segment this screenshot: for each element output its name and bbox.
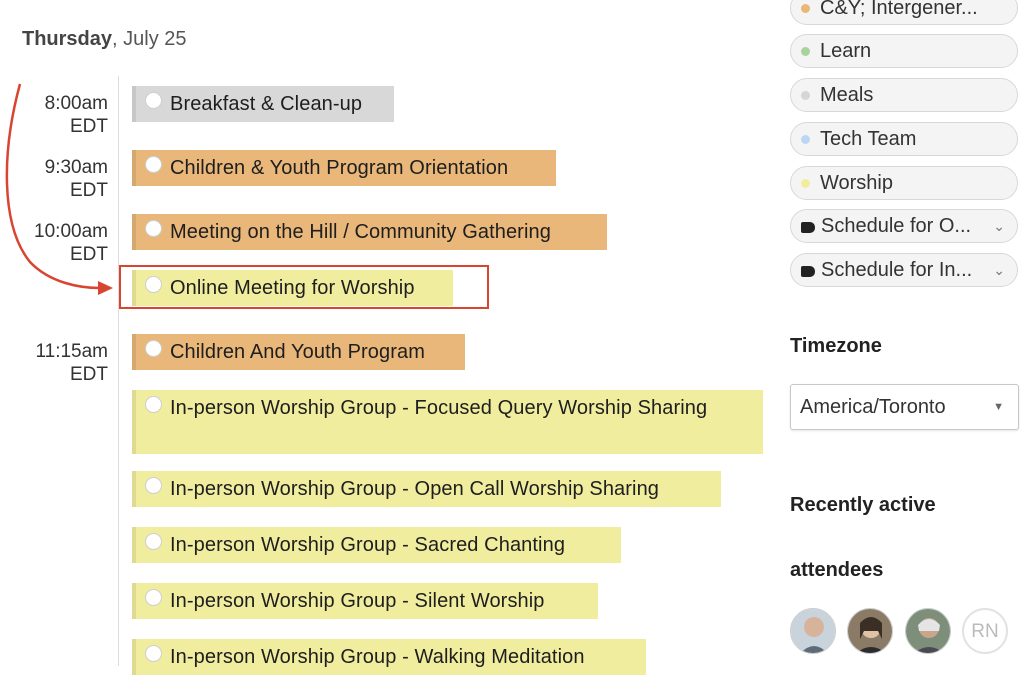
filter-label: C&Y; Intergener... [820, 0, 978, 19]
event-walking-meditation[interactable]: In-person Worship Group - Walking Medita… [132, 639, 646, 675]
filter-worship[interactable]: Worship [790, 166, 1018, 200]
time-label-1000: 10:00am EDT [34, 221, 108, 265]
filter-learn[interactable]: Learn [790, 34, 1018, 68]
filter-schedule-in-person[interactable]: Schedule for In... ⌄ [790, 253, 1018, 287]
event-cy-orientation[interactable]: Children & Youth Program Orientation [132, 150, 556, 186]
time-label-1115: 11:15am EDT [35, 341, 108, 385]
blue-dot-icon [801, 135, 810, 144]
event-title: Online Meeting for Worship [170, 277, 415, 299]
filter-label: Worship [820, 172, 893, 194]
event-status-circle-icon[interactable] [145, 589, 162, 606]
event-cy-program[interactable]: Children And Youth Program [132, 334, 465, 370]
tag-icon [801, 222, 815, 233]
filter-label: Learn [820, 40, 872, 62]
event-title: In-person Worship Group - Sacred Chantin… [170, 534, 566, 556]
event-breakfast[interactable]: Breakfast & Clean-up [132, 86, 394, 122]
timezone-select[interactable]: America/Toronto ▼ [790, 384, 1019, 430]
caret-down-icon: ▼ [993, 401, 1004, 413]
event-title: Meeting on the Hill / Community Gatherin… [170, 221, 551, 243]
event-silent-worship[interactable]: In-person Worship Group - Silent Worship [132, 583, 598, 619]
event-meeting-on-hill[interactable]: Meeting on the Hill / Community Gatherin… [132, 214, 607, 250]
tag-icon [801, 266, 815, 277]
avatar[interactable] [790, 608, 836, 654]
event-status-circle-icon[interactable] [145, 276, 162, 293]
event-status-circle-icon[interactable] [145, 340, 162, 357]
date-header: Thursday, July 25 [22, 28, 187, 51]
filter-schedule-online[interactable]: Schedule for O... ⌄ [790, 209, 1018, 243]
filter-label: Meals [820, 84, 874, 106]
avatar-photo-icon [848, 609, 892, 653]
timezone-value: America/Toronto [800, 396, 946, 418]
avatar[interactable] [847, 608, 893, 654]
green-dot-icon [801, 47, 810, 56]
attendees-label-line2: attendees [790, 559, 884, 581]
gray-dot-icon [801, 91, 810, 100]
weekday: Thursday [22, 28, 113, 50]
filter-label: Schedule for O... [821, 215, 972, 237]
time-label-800: 8:00am EDT [44, 93, 108, 137]
filter-label: Schedule for In... [821, 259, 973, 281]
event-status-circle-icon[interactable] [145, 477, 162, 494]
filter-label: Tech Team [820, 128, 917, 150]
event-status-circle-icon[interactable] [145, 396, 162, 413]
event-status-circle-icon[interactable] [145, 645, 162, 662]
event-title: In-person Worship Group - Silent Worship [170, 590, 545, 612]
chevron-down-icon[interactable]: ⌄ [993, 254, 1005, 286]
filter-meals[interactable]: Meals [790, 78, 1018, 112]
event-title: Children And Youth Program [170, 341, 425, 363]
time-label-930: 9:30am EDT [44, 157, 108, 201]
event-status-circle-icon[interactable] [145, 92, 162, 109]
attendees-label-line1: Recently active [790, 494, 936, 516]
avatar-initials[interactable]: RN [962, 608, 1008, 654]
filter-cy-intergenerational[interactable]: C&Y; Intergener... [790, 0, 1018, 25]
filter-tech-team[interactable]: Tech Team [790, 122, 1018, 156]
event-title: Children & Youth Program Orientation [170, 157, 509, 179]
yellow-dot-icon [801, 179, 810, 188]
event-focused-query[interactable]: In-person Worship Group - Focused Query … [132, 390, 763, 454]
timezone-label: Timezone [790, 335, 882, 357]
event-sacred-chanting[interactable]: In-person Worship Group - Sacred Chantin… [132, 527, 621, 563]
event-title: In-person Worship Group - Focused Query … [170, 397, 708, 419]
event-title: Breakfast & Clean-up [170, 93, 363, 115]
chevron-down-icon[interactable]: ⌄ [993, 210, 1005, 242]
event-open-call[interactable]: In-person Worship Group - Open Call Wors… [132, 471, 721, 507]
event-status-circle-icon[interactable] [145, 156, 162, 173]
timeline-divider [118, 76, 119, 666]
date: , July 25 [112, 28, 187, 50]
orange-dot-icon [801, 4, 810, 13]
avatar-photo-icon [791, 609, 835, 653]
event-status-circle-icon[interactable] [145, 533, 162, 550]
event-title: In-person Worship Group - Walking Medita… [170, 646, 585, 668]
event-status-circle-icon[interactable] [145, 220, 162, 237]
event-online-worship[interactable]: Online Meeting for Worship [132, 270, 453, 306]
event-title: In-person Worship Group - Open Call Wors… [170, 478, 660, 500]
avatar-photo-icon [906, 609, 950, 653]
avatar[interactable] [905, 608, 951, 654]
